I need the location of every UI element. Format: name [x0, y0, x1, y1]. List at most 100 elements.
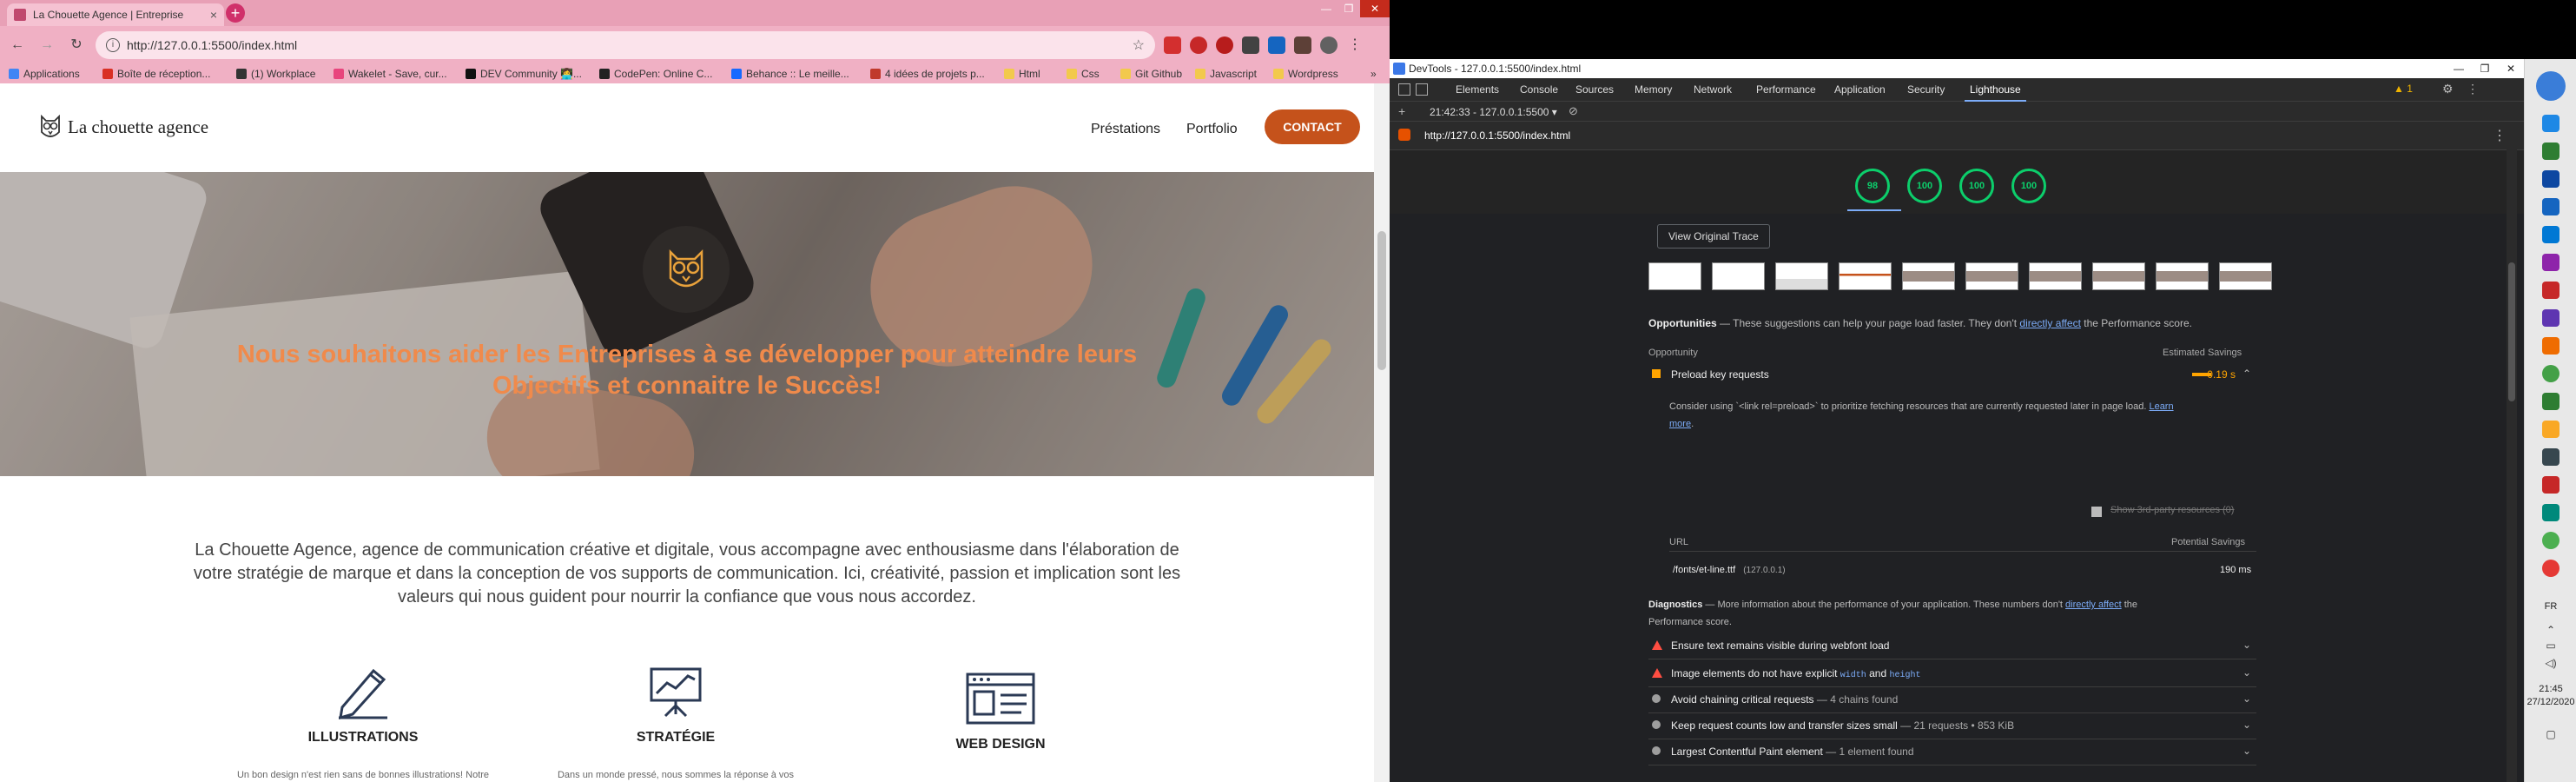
chevron-down-icon[interactable]: ⌄	[2242, 693, 2251, 705]
language-indicator[interactable]: FR	[2525, 601, 2576, 612]
tab-elements[interactable]: Elements	[1456, 83, 1499, 96]
tab-network[interactable]: Network	[1694, 83, 1732, 96]
lighthouse-scrollbar-thumb[interactable]	[2508, 262, 2515, 401]
resource-row[interactable]: /fonts/et-line.ttf (127.0.0.1)	[1673, 565, 1786, 575]
stop-extension-icon[interactable]	[1216, 36, 1233, 54]
bookmark-item[interactable]: (1) Workplace	[236, 68, 315, 80]
app-icon[interactable]	[2542, 115, 2559, 132]
app-icon[interactable]	[2542, 365, 2559, 382]
reload-icon[interactable]: ↻	[68, 36, 85, 54]
app-icon[interactable]	[2542, 337, 2559, 355]
chevron-down-icon[interactable]: ⌄	[2242, 666, 2251, 679]
tab-memory[interactable]: Memory	[1635, 83, 1672, 96]
warning-count-badge[interactable]: ▲ 1	[2394, 83, 2413, 95]
translate-extension-icon[interactable]	[1268, 36, 1285, 54]
bookmark-item[interactable]: Applications	[9, 68, 80, 80]
audit-preload-key-requests[interactable]: Preload key requests 0.19 s ⌃	[1648, 361, 2256, 388]
contact-button[interactable]: CONTACT	[1265, 109, 1360, 144]
notifications-icon[interactable]: ▢	[2525, 728, 2576, 740]
audit-image-dimensions[interactable]: Image elements do not have explicit widt…	[1648, 660, 2256, 687]
app-icon[interactable]	[2542, 504, 2559, 521]
audit-webfont-visible[interactable]: Ensure text remains visible during webfo…	[1648, 633, 2256, 659]
bookmark-item[interactable]: CodePen: Online C...	[599, 68, 712, 80]
app-icon[interactable]	[2542, 282, 2559, 299]
pdf-extension-icon[interactable]	[1164, 36, 1181, 54]
bookmark-item[interactable]: Git Github	[1120, 68, 1182, 80]
info-icon[interactable]: i	[106, 38, 120, 52]
audit-request-counts[interactable]: Keep request counts low and transfer siz…	[1648, 712, 2256, 739]
learn-more-link[interactable]: Learn	[2149, 401, 2173, 412]
back-arrow-icon[interactable]: ←	[9, 36, 26, 54]
tab-performance[interactable]: Performance	[1756, 83, 1816, 96]
app-icon[interactable]	[2542, 476, 2559, 494]
start-button[interactable]	[2536, 71, 2566, 101]
app-icon[interactable]	[2542, 448, 2559, 466]
taskbar-clock[interactable]: 21:45 27/12/2020	[2525, 683, 2576, 709]
screen-extension-icon[interactable]	[1242, 36, 1259, 54]
report-selector[interactable]: 21:42:33 - 127.0.0.1:5500 ▾	[1430, 106, 1557, 118]
app-icon[interactable]	[2542, 309, 2559, 327]
app-icon[interactable]	[2542, 421, 2559, 438]
bookmark-item[interactable]: Javascript	[1195, 68, 1257, 80]
volume-icon[interactable]: ◁)	[2525, 657, 2576, 669]
restore-button[interactable]: ❐	[2472, 59, 2498, 78]
tab-close-icon[interactable]: ×	[210, 8, 217, 22]
score-gauge-best-practices[interactable]: 100	[1959, 169, 1994, 203]
view-original-trace-button[interactable]: View Original Trace	[1657, 224, 1770, 249]
third-party-checkbox[interactable]	[2091, 507, 2102, 517]
nav-link-prestations[interactable]: Préstations	[1091, 122, 1160, 137]
app-icon[interactable]	[2542, 142, 2559, 160]
tab-sources[interactable]: Sources	[1575, 83, 1614, 96]
score-gauge-seo[interactable]: 100	[2011, 169, 2046, 203]
address-bar[interactable]: i http://127.0.0.1:5500/index.html ☆	[96, 31, 1155, 59]
chevron-up-icon[interactable]: ⌃	[2242, 368, 2251, 380]
minimize-button[interactable]: —	[1315, 0, 1338, 17]
owl-logo-icon[interactable]	[38, 115, 63, 141]
bookmarks-overflow-button[interactable]: »	[1371, 68, 1377, 80]
learn-more-link-2[interactable]: more	[1669, 419, 1691, 429]
restore-button[interactable]: ❐	[1338, 0, 1360, 17]
new-report-icon[interactable]: +	[1398, 104, 1405, 118]
tab-application[interactable]: Application	[1834, 83, 1886, 96]
bookmark-item[interactable]: Wakelet - Save, cur...	[334, 68, 447, 80]
chrome-icon[interactable]	[2542, 560, 2559, 577]
tray-chevron-icon[interactable]: ⌃	[2525, 624, 2576, 636]
inspect-element-icon[interactable]	[1398, 83, 1410, 96]
tab-lighthouse[interactable]: Lighthouse	[1965, 83, 2026, 102]
app-icon[interactable]	[2542, 254, 2559, 271]
adblock-extension-icon[interactable]	[1190, 36, 1207, 54]
report-menu-icon[interactable]: ⋮	[2493, 127, 2507, 144]
new-tab-button[interactable]: +	[226, 3, 245, 23]
chevron-down-icon[interactable]: ⌄	[2242, 745, 2251, 757]
minimize-button[interactable]: —	[2446, 59, 2472, 78]
report-url[interactable]: http://127.0.0.1:5500/index.html	[1424, 129, 1570, 142]
bookmark-item[interactable]: Behance :: Le meille...	[731, 68, 849, 80]
app-icon[interactable]	[2542, 198, 2559, 215]
tab-console[interactable]: Console	[1520, 83, 1558, 96]
audit-critical-chains[interactable]: Avoid chaining critical requests — 4 cha…	[1648, 686, 2256, 713]
chevron-down-icon[interactable]: ⌄	[2242, 719, 2251, 731]
puzzle-extensions-icon[interactable]	[1294, 36, 1311, 54]
chevron-down-icon[interactable]: ⌄	[2242, 639, 2251, 651]
address-url[interactable]: http://127.0.0.1:5500/index.html	[127, 38, 297, 52]
device-toolbar-icon[interactable]	[1416, 83, 1428, 96]
page-scrollbar[interactable]	[1374, 83, 1390, 782]
bookmark-item[interactable]: Css	[1067, 68, 1100, 80]
settings-gear-icon[interactable]: ⚙	[2442, 82, 2454, 96]
site-logo-text[interactable]: La chouette agence	[68, 116, 208, 138]
page-scrollbar-thumb[interactable]	[1377, 231, 1386, 370]
browser-tab[interactable]: La Chouette Agence | Entreprise ×	[7, 3, 224, 26]
audit-lcp-element[interactable]: Largest Contentful Paint element — 1 ele…	[1648, 739, 2256, 765]
score-gauge-accessibility[interactable]: 100	[1907, 169, 1942, 203]
bookmark-item[interactable]: DEV Community 👩‍💻...	[466, 68, 582, 80]
devtools-menu-icon[interactable]: ⋮	[2467, 82, 2479, 96]
bookmark-item[interactable]: Boîte de réception...	[102, 68, 210, 80]
chrome-icon[interactable]	[2542, 532, 2559, 549]
lighthouse-scrollbar[interactable]	[2507, 149, 2517, 782]
bookmark-item[interactable]: 4 idées de projets p...	[870, 68, 985, 80]
menu-kebab-icon[interactable]: ⋮	[1346, 36, 1364, 54]
close-window-button[interactable]: ✕	[2498, 59, 2524, 78]
network-icon[interactable]: ▭	[2525, 640, 2576, 652]
diagnostics-link[interactable]: directly affect	[2065, 600, 2122, 610]
profile-avatar-icon[interactable]	[1320, 36, 1338, 54]
